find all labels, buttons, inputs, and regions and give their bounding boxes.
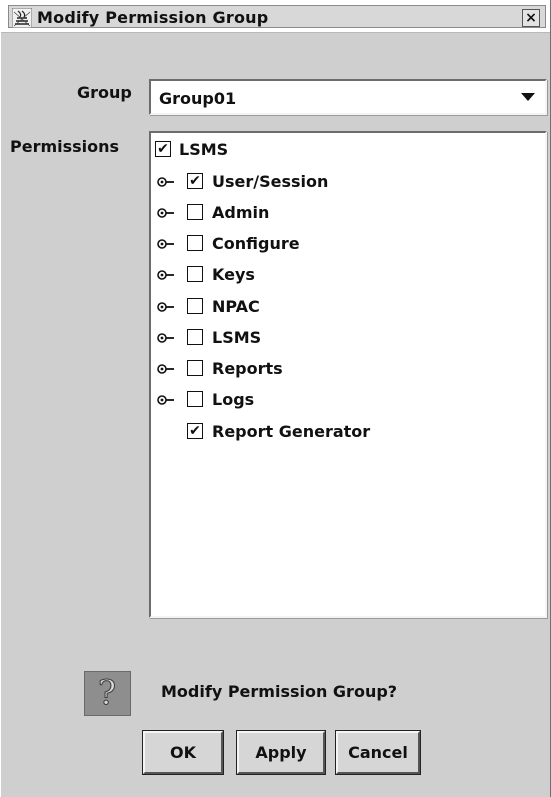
tree-node-npac[interactable]: NPAC: [157, 296, 537, 318]
java-coffee-cup-icon: [12, 8, 32, 28]
tree-node-label: Keys: [212, 265, 255, 284]
tree-node-label: Admin: [212, 203, 270, 222]
cancel-button[interactable]: Cancel: [335, 730, 421, 775]
npac-checkbox[interactable]: [187, 298, 203, 314]
permissions-label: Permissions: [10, 137, 120, 156]
group-select[interactable]: Group01: [149, 79, 547, 115]
expand-handle-icon[interactable]: [157, 268, 177, 282]
tree-node-label: Reports: [212, 359, 283, 378]
tree-node-admin[interactable]: Admin: [157, 202, 537, 224]
close-button[interactable]: ×: [522, 9, 540, 27]
reports-checkbox[interactable]: [187, 360, 203, 376]
expand-handle-icon[interactable]: [157, 300, 177, 314]
tree-node-lsms[interactable]: LSMS: [157, 327, 537, 349]
expand-handle-icon[interactable]: [157, 331, 177, 345]
keys-checkbox[interactable]: [187, 266, 203, 282]
tree-node-label: LSMS: [212, 328, 262, 347]
group-select-value: Group01: [159, 89, 237, 108]
root-checkbox[interactable]: ✔: [155, 141, 171, 157]
modify-permission-group-dialog: Modify Permission Group × Group Group01 …: [0, 0, 551, 797]
ok-button[interactable]: OK: [142, 730, 224, 775]
expand-handle-icon[interactable]: [157, 362, 177, 376]
tree-node-label: Report Generator: [212, 422, 371, 441]
tree-node-label: Logs: [212, 390, 255, 409]
configure-checkbox[interactable]: [187, 235, 203, 251]
tree-node-logs[interactable]: Logs: [157, 389, 537, 411]
expand-handle-icon[interactable]: [157, 237, 177, 251]
permissions-tree[interactable]: ✔ LSMS ✔ User/Session Admin Configure Ke…: [149, 131, 547, 618]
window-title: Modify Permission Group: [37, 8, 269, 27]
tree-node-root[interactable]: ✔ LSMS: [155, 139, 535, 161]
expand-handle-icon[interactable]: [157, 206, 177, 220]
tree-node-label: NPAC: [212, 297, 260, 316]
tree-node-label: LSMS: [179, 140, 229, 159]
tree-node-keys[interactable]: Keys: [157, 264, 537, 286]
close-icon: ×: [525, 10, 537, 26]
lsms-checkbox[interactable]: [187, 329, 203, 345]
tree-node-configure[interactable]: Configure: [157, 233, 537, 255]
admin-checkbox[interactable]: [187, 204, 203, 220]
confirmation-prompt: Modify Permission Group?: [161, 682, 398, 701]
tree-node-report-generator[interactable]: ✔ Report Generator: [157, 421, 537, 443]
apply-button[interactable]: Apply: [236, 730, 326, 775]
report-generator-checkbox[interactable]: ✔: [187, 423, 203, 439]
tree-node-label: Configure: [212, 234, 300, 253]
question-mark-icon: ?: [84, 671, 131, 716]
tree-node-user-session[interactable]: ✔ User/Session: [157, 171, 537, 193]
title-bar[interactable]: Modify Permission Group ×: [1, 0, 550, 33]
tree-node-label: User/Session: [212, 172, 329, 191]
group-label: Group: [77, 83, 132, 102]
expand-handle-icon[interactable]: [157, 393, 177, 407]
expand-handle-icon[interactable]: [157, 175, 177, 189]
chevron-down-icon[interactable]: [521, 93, 535, 101]
logs-checkbox[interactable]: [187, 391, 203, 407]
user-session-checkbox[interactable]: ✔: [187, 173, 203, 189]
tree-node-reports[interactable]: Reports: [157, 358, 537, 380]
